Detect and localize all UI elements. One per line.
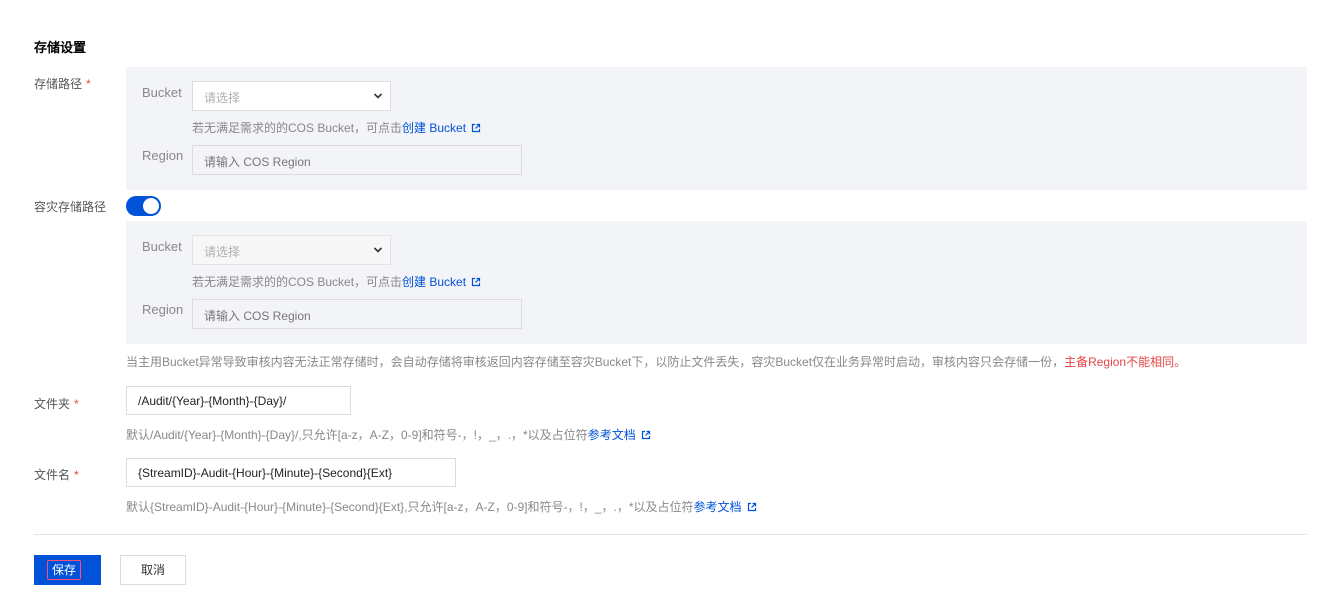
- folder-hint: 默认/Audit/{Year}-{Month}-{Day}/,只允许[a-z，A…: [126, 426, 651, 443]
- filename-input-value: {StreamID}-Audit-{Hour}-{Minute}-{Second…: [138, 466, 393, 480]
- save-button[interactable]: 保存: [34, 555, 101, 585]
- chevron-down-icon: [373, 247, 383, 253]
- bucket-hint: 若无满足需求的的COS Bucket，可点击创建 Bucket: [192, 119, 481, 136]
- storage-path-label: 存储路径 *: [34, 77, 91, 91]
- cancel-button[interactable]: 取消: [120, 555, 186, 585]
- dr-note-warning: 主备Region不能相同。: [1064, 355, 1187, 369]
- filename-hint: 默认{StreamID}-Audit-{Hour}-{Minute}-{Seco…: [126, 498, 757, 515]
- required-mark: *: [86, 77, 91, 91]
- dr-bucket-label: Bucket: [142, 239, 182, 254]
- storage-path-panel: Bucket 请选择 若无满足需求的的COS Bucket，可点击创建 Buck…: [126, 67, 1307, 190]
- chevron-down-icon: [373, 93, 383, 99]
- region-label: Region: [142, 148, 184, 163]
- section-title: 存储设置: [34, 40, 87, 55]
- bucket-label: Bucket: [142, 85, 182, 100]
- dr-path-panel: Bucket 请选择 若无满足需求的的COS Bucket，可点击创建 Buck…: [126, 221, 1307, 344]
- toggle-knob: [143, 198, 159, 214]
- divider: [34, 534, 1307, 535]
- region-input[interactable]: 请输入 COS Region: [192, 145, 522, 175]
- dr-region-label: Region: [142, 302, 184, 317]
- region-input-placeholder: 请输入 COS Region: [204, 155, 311, 169]
- save-button-label: 保存: [47, 560, 82, 580]
- folder-input-value: /Audit/{Year}-{Month}-{Day}/: [138, 394, 287, 408]
- folder-doc-link[interactable]: 参考文档: [588, 428, 651, 442]
- folder-input[interactable]: /Audit/{Year}-{Month}-{Day}/: [126, 386, 351, 415]
- folder-label: 文件夹 *: [34, 397, 79, 411]
- external-link-icon: [747, 502, 756, 512]
- dr-bucket-select[interactable]: 请选择: [192, 235, 391, 265]
- dr-bucket-select-placeholder: 请选择: [204, 245, 241, 259]
- dr-path-label: 容灾存储路径: [34, 200, 107, 214]
- create-bucket-link[interactable]: 创建 Bucket: [402, 121, 481, 135]
- dr-note: 当主用Bucket异常导致审核内容无法正常存储时，会自动存储将审核返回内容存储至…: [126, 355, 1187, 369]
- dr-create-bucket-link[interactable]: 创建 Bucket: [402, 275, 481, 289]
- filename-input[interactable]: {StreamID}-Audit-{Hour}-{Minute}-{Second…: [126, 458, 456, 487]
- required-mark: *: [74, 397, 79, 411]
- bucket-select-placeholder: 请选择: [204, 91, 241, 105]
- external-link-icon: [641, 430, 650, 440]
- bucket-select[interactable]: 请选择: [192, 81, 391, 111]
- external-link-icon: [471, 123, 481, 133]
- dr-path-toggle[interactable]: [126, 196, 161, 216]
- required-mark: *: [74, 468, 79, 482]
- dr-region-input-placeholder: 请输入 COS Region: [204, 309, 311, 323]
- filename-doc-link[interactable]: 参考文档: [694, 500, 757, 514]
- dr-bucket-hint: 若无满足需求的的COS Bucket，可点击创建 Bucket: [192, 273, 481, 290]
- dr-region-input[interactable]: 请输入 COS Region: [192, 299, 522, 329]
- filename-label: 文件名 *: [34, 468, 79, 482]
- external-link-icon: [471, 277, 481, 287]
